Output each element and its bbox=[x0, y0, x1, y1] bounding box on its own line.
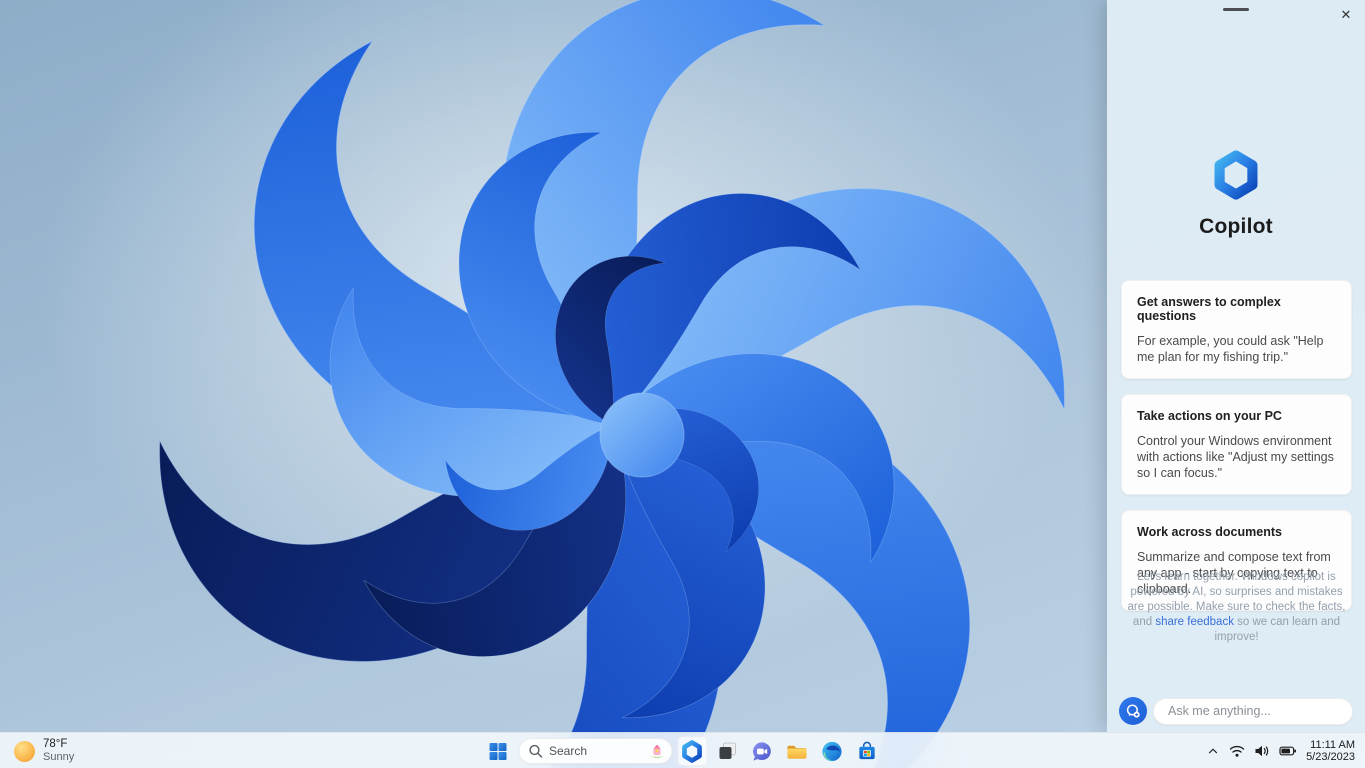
card-title: Get answers to complex questions bbox=[1137, 295, 1281, 323]
windows-logo-icon bbox=[489, 742, 507, 760]
new-topic-button[interactable] bbox=[1119, 697, 1147, 725]
card-take-actions[interactable]: Take actions on your PC Control your Win… bbox=[1121, 394, 1352, 495]
clock-time: 11:11 AM bbox=[1310, 738, 1355, 751]
chevron-up-icon bbox=[1208, 748, 1218, 754]
microsoft-store-icon bbox=[859, 741, 875, 759]
taskbar-app-file-explorer[interactable] bbox=[782, 736, 812, 766]
search-icon bbox=[528, 744, 542, 758]
copilot-icon bbox=[682, 739, 702, 763]
taskbar-app-chat[interactable] bbox=[747, 736, 777, 766]
taskbar-search-box[interactable]: Search bbox=[518, 738, 672, 764]
chat-icon bbox=[753, 741, 771, 761]
network-flyout-button[interactable] bbox=[1229, 744, 1245, 758]
speaker-icon bbox=[1255, 745, 1269, 757]
search-highlight-lotus-icon bbox=[650, 744, 663, 758]
card-body: Control your Windows environment with ac… bbox=[1137, 434, 1334, 480]
disclaimer-text-after: so we can learn and improve! bbox=[1214, 616, 1341, 643]
battery-icon bbox=[1279, 746, 1297, 756]
file-explorer-icon bbox=[787, 745, 807, 759]
weather-temperature: 78°F bbox=[43, 738, 68, 750]
suggestion-cards: Get answers to complex questions For exa… bbox=[1121, 280, 1352, 611]
chat-input-row bbox=[1119, 697, 1353, 725]
card-title: Work across documents bbox=[1137, 525, 1282, 539]
volume-flyout-button[interactable] bbox=[1254, 744, 1270, 758]
panel-title: Copilot bbox=[1199, 215, 1273, 238]
share-feedback-link[interactable]: share feedback bbox=[1155, 616, 1234, 628]
weather-widget[interactable]: 78°F Sunny bbox=[8, 733, 80, 768]
start-button[interactable] bbox=[483, 736, 513, 766]
tray-overflow-button[interactable] bbox=[1206, 744, 1220, 758]
wifi-icon bbox=[1229, 745, 1245, 757]
ai-disclaimer: Let's learn together. Windows copilot is… bbox=[1123, 570, 1350, 645]
panel-drag-handle[interactable] bbox=[1223, 8, 1249, 11]
weather-condition: Sunny bbox=[43, 751, 75, 763]
copilot-panel: ✕ Copilot Get answers to complex questio… bbox=[1107, 0, 1365, 732]
chat-plus-icon bbox=[1126, 704, 1140, 718]
edge-browser-icon bbox=[822, 741, 842, 761]
taskbar-app-copilot[interactable] bbox=[677, 736, 707, 766]
taskbar-center-group: Search bbox=[483, 733, 882, 768]
taskbar: 78°F Sunny Search 11:11 AM 5/23/2023 bbox=[0, 732, 1365, 768]
taskbar-app-store[interactable] bbox=[852, 736, 882, 766]
card-title: Take actions on your PC bbox=[1137, 409, 1282, 423]
search-placeholder-text: Search bbox=[549, 744, 588, 758]
close-icon[interactable]: ✕ bbox=[1334, 3, 1358, 27]
clock-date: 5/23/2023 bbox=[1306, 751, 1355, 763]
card-body: For example, you could ask "Help me plan… bbox=[1137, 334, 1324, 364]
task-view-icon bbox=[719, 742, 736, 759]
sunny-weather-icon bbox=[14, 740, 35, 762]
battery-flyout-button[interactable] bbox=[1279, 744, 1297, 758]
ask-me-anything-input[interactable] bbox=[1153, 697, 1353, 725]
taskbar-app-task-view[interactable] bbox=[712, 736, 742, 766]
taskbar-app-edge[interactable] bbox=[817, 736, 847, 766]
card-complex-questions[interactable]: Get answers to complex questions For exa… bbox=[1121, 280, 1352, 379]
copilot-logo-icon bbox=[1211, 150, 1261, 200]
clock[interactable]: 11:11 AM 5/23/2023 bbox=[1306, 739, 1359, 764]
desktop: ✕ Copilot Get answers to complex questio… bbox=[0, 0, 1365, 768]
system-tray: 11:11 AM 5/23/2023 bbox=[1206, 733, 1359, 768]
